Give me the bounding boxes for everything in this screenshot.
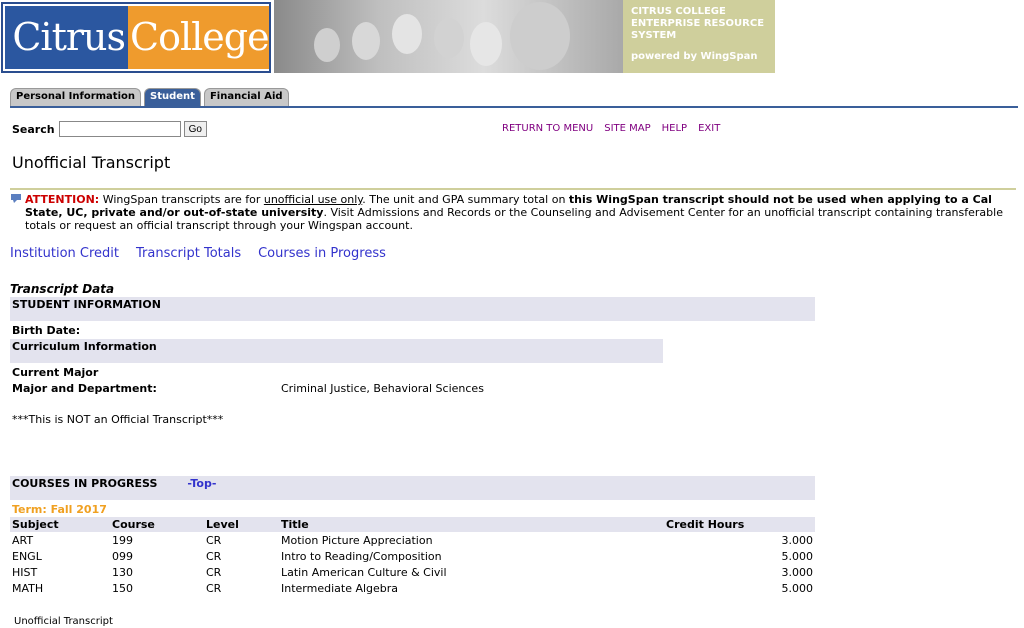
table-header-row: Subject Course Level Title Credit Hours <box>10 517 815 532</box>
logo-text-citrus: Citrus <box>5 6 128 69</box>
transcript-totals-link[interactable]: Transcript Totals <box>136 246 241 261</box>
attention-unofficial-use: unofficial use only <box>263 193 363 206</box>
exit-link[interactable]: EXIT <box>698 123 720 134</box>
courses-in-progress-header: COURSES IN PROGRESS -Top- <box>10 476 815 500</box>
site-map-link[interactable]: SITE MAP <box>604 123 650 134</box>
major-department-value: Criminal Justice, Behavioral Sciences <box>281 382 484 395</box>
search-label: Search <box>12 122 55 136</box>
cell-level: CR <box>206 565 222 579</box>
erp-line-3: SYSTEM <box>631 30 677 41</box>
column-header-course: Course <box>110 517 204 532</box>
curriculum-information-header: Curriculum Information <box>10 339 663 363</box>
cell-course: 130 <box>112 565 133 579</box>
courses-in-progress-link[interactable]: Courses in Progress <box>258 246 386 261</box>
transcript-section-links: Institution Credit Transcript Totals Cou… <box>10 246 403 261</box>
search-bar: Search Go <box>12 121 207 137</box>
column-header-title: Title <box>279 517 664 532</box>
cell-level: CR <box>206 533 222 547</box>
cell-credit-hours: 5.000 <box>781 549 814 563</box>
table-row: ENGL 099 CR Intro to Reading/Composition… <box>10 548 815 564</box>
top-nav-links: RETURN TO MENU SITE MAP HELP EXIT <box>502 123 731 134</box>
institution-credit-link[interactable]: Institution Credit <box>10 246 119 261</box>
cell-level: CR <box>206 549 222 563</box>
cell-title: Latin American Culture & Civil <box>281 565 447 579</box>
info-flag-icon <box>11 194 21 203</box>
cell-subject: ENGL <box>12 549 42 563</box>
tab-personal-information[interactable]: Personal Information <box>10 88 141 106</box>
search-input[interactable] <box>58 121 181 137</box>
table-row: HIST 130 CR Latin American Culture & Civ… <box>10 564 815 580</box>
attention-divider <box>10 188 1016 190</box>
powered-by-wingspan: powered by WingSpan <box>631 51 758 62</box>
erp-banner: CITRUS COLLEGE ENTERPRISE RESOURCE SYSTE… <box>623 0 775 73</box>
erp-line-2: ENTERPRISE RESOURCE <box>631 18 765 29</box>
attention-text-1: WingSpan transcripts are for <box>99 193 264 206</box>
cell-credit-hours: 3.000 <box>781 533 814 547</box>
courses-table: Subject Course Level Title Credit Hours … <box>10 517 815 596</box>
cell-subject: MATH <box>12 581 44 595</box>
students-banner-photo <box>274 0 623 73</box>
tab-student[interactable]: Student <box>144 88 201 106</box>
help-link[interactable]: HELP <box>662 123 687 134</box>
cell-course: 150 <box>112 581 133 595</box>
column-header-level: Level <box>204 517 279 532</box>
transcript-data-heading: Transcript Data <box>10 282 115 296</box>
cell-subject: HIST <box>12 565 38 579</box>
header: Citrus College CITRUS COLLEGE ENTERPRISE… <box>0 0 1024 76</box>
student-information-header: STUDENT INFORMATION <box>10 297 815 321</box>
table-row: MATH 150 CR Intermediate Algebra 5.000 <box>10 580 815 596</box>
cell-title: Motion Picture Appreciation <box>281 533 433 547</box>
attention-text-2: . The unit and GPA summary total on <box>362 193 569 206</box>
courses-in-progress-title: COURSES IN PROGRESS <box>12 477 158 490</box>
erp-line-1: CITRUS COLLEGE <box>631 6 726 17</box>
attention-notice: ATTENTION: WingSpan transcripts are for … <box>10 193 1010 232</box>
go-button[interactable]: Go <box>183 121 207 137</box>
top-link[interactable]: -Top- <box>187 477 216 490</box>
attention-label: ATTENTION: <box>25 193 100 206</box>
cell-title: Intermediate Algebra <box>281 581 399 595</box>
citrus-college-logo[interactable]: Citrus College <box>1 2 271 73</box>
not-official-notice: ***This is NOT an Official Transcript*** <box>12 413 224 426</box>
major-department-label: Major and Department: <box>12 382 157 395</box>
current-major-label: Current Major <box>12 366 99 379</box>
birth-date-label: Birth Date: <box>12 324 81 337</box>
cell-credit-hours: 3.000 <box>781 565 814 579</box>
cell-course: 099 <box>112 549 133 563</box>
return-to-menu-link[interactable]: RETURN TO MENU <box>502 123 593 134</box>
cell-subject: ART <box>12 533 34 547</box>
main-tabs: Personal Information Student Financial A… <box>10 88 292 108</box>
cell-credit-hours: 5.000 <box>781 581 814 595</box>
term-label: Term: Fall 2017 <box>12 503 107 516</box>
logo-text-college: College <box>128 6 270 69</box>
tab-financial-aid[interactable]: Financial Aid <box>203 88 289 106</box>
column-header-credit-hours: Credit Hours <box>664 517 815 532</box>
table-row: ART 199 CR Motion Picture Appreciation 3… <box>10 532 815 548</box>
cell-course: 199 <box>112 533 133 547</box>
cell-title: Intro to Reading/Composition <box>281 549 442 563</box>
column-header-subject: Subject <box>10 517 110 532</box>
tab-underline <box>10 106 1018 108</box>
cell-level: CR <box>206 581 222 595</box>
page-title: Unofficial Transcript <box>12 153 171 172</box>
footer-unofficial-transcript: Unofficial Transcript <box>14 616 113 627</box>
